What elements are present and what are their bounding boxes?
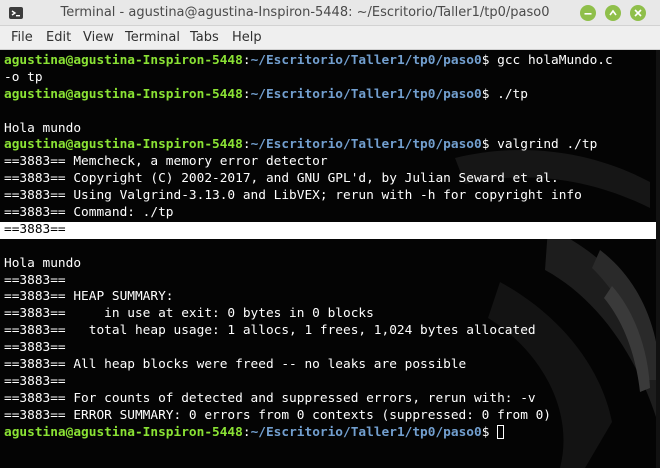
output-line: Hola mundo bbox=[4, 121, 658, 138]
prompt-path: ~/Escritorio/Taller1/tp0/paso0 bbox=[250, 53, 482, 68]
maximize-icon bbox=[609, 9, 617, 16]
menu-bar: File Edit View Terminal Tabs Help bbox=[0, 26, 660, 50]
output-line: ==3883== bbox=[4, 340, 658, 357]
output-line: ==3883== bbox=[4, 273, 658, 290]
output-line: ==3883== total heap usage: 1 allocs, 1 f… bbox=[4, 323, 658, 340]
output-line: ==3883== All heap blocks were freed -- n… bbox=[4, 357, 658, 374]
output-text: ==3883== bbox=[4, 221, 66, 237]
maximize-button[interactable] bbox=[605, 5, 621, 21]
output-text: ==3883== HEAP SUMMARY: bbox=[4, 289, 174, 305]
prompt-user: agustina@agustina-Inspiron-5448 bbox=[4, 86, 243, 102]
minimize-icon bbox=[584, 13, 592, 15]
output-line: ==3883== in use at exit: 0 bytes in 0 bl… bbox=[4, 306, 658, 323]
terminal-scrollbar[interactable] bbox=[656, 50, 660, 468]
prompt-separator: : bbox=[242, 137, 251, 153]
menu-terminal[interactable]: Terminal bbox=[123, 26, 182, 50]
prompt-sign: $ bbox=[481, 53, 498, 68]
output-text: -o tp bbox=[4, 69, 43, 85]
output-text: ==3883== All heap blocks were freed -- n… bbox=[4, 357, 467, 373]
terminal-app-icon bbox=[9, 7, 23, 19]
prompt-path: ~/Escritorio/Taller1/tp0/paso0 bbox=[250, 137, 482, 153]
prompt-sign: $ bbox=[481, 424, 498, 440]
output-line: ==3883== bbox=[4, 374, 658, 391]
title-bar[interactable]: Terminal - agustina@agustina-Inspiron-54… bbox=[0, 0, 660, 26]
prompt-separator: : bbox=[242, 86, 251, 102]
prompt-user: agustina@agustina-Inspiron-5448 bbox=[4, 137, 243, 153]
output-text: ==3883== Memcheck, a memory error detect… bbox=[4, 154, 328, 170]
close-button[interactable] bbox=[630, 5, 646, 21]
output-text: ==3883== bbox=[4, 373, 66, 389]
output-text: ==3883== Copyright (C) 2002-2017, and GN… bbox=[4, 171, 559, 187]
output-line: ==3883== For counts of detected and supp… bbox=[4, 391, 658, 408]
output-text: ==3883== total heap usage: 1 allocs, 1 f… bbox=[4, 323, 536, 339]
prompt-sign: $ bbox=[481, 86, 498, 102]
prompt-line: agustina@agustina-Inspiron-5448:~/Escrit… bbox=[4, 424, 658, 442]
close-icon bbox=[634, 9, 642, 17]
output-line: Hola mundo bbox=[4, 256, 658, 273]
output-text: ==3883== bbox=[4, 340, 66, 356]
minimize-button[interactable] bbox=[580, 5, 596, 21]
output-line: ==3883== Command: ./tp bbox=[4, 205, 658, 222]
menu-help[interactable]: Help bbox=[230, 26, 264, 50]
output-text: ==3883== Using Valgrind-3.13.0 and LibVE… bbox=[4, 188, 582, 204]
terminal-output[interactable]: agustina@agustina-Inspiron-5448:~/Escrit… bbox=[0, 50, 660, 468]
command-text: ./tp bbox=[497, 86, 528, 102]
window-title: Terminal - agustina@agustina-Inspiron-54… bbox=[60, 5, 550, 20]
command-text: gcc holaMundo.c bbox=[497, 53, 613, 68]
terminal-lines: agustina@agustina-Inspiron-5448:~/Escrit… bbox=[0, 53, 658, 442]
output-text: ==3883== bbox=[4, 272, 66, 288]
prompt-separator: : bbox=[242, 424, 251, 440]
output-text: ==3883== For counts of detected and supp… bbox=[4, 390, 536, 406]
menu-edit[interactable]: Edit bbox=[44, 26, 73, 50]
prompt-sign: $ bbox=[481, 137, 498, 153]
output-line: -o tp bbox=[4, 70, 658, 87]
prompt-path: ~/Escritorio/Taller1/tp0/paso0 bbox=[250, 86, 482, 102]
output-line: ==3883== ERROR SUMMARY: 0 errors from 0 … bbox=[4, 408, 658, 425]
output-line: ==3883== Using Valgrind-3.13.0 and LibVE… bbox=[4, 188, 658, 205]
menu-view[interactable]: View bbox=[81, 26, 116, 50]
prompt-user: agustina@agustina-Inspiron-5448 bbox=[4, 424, 243, 440]
prompt-line: agustina@agustina-Inspiron-5448:~/Escrit… bbox=[4, 87, 658, 104]
text-cursor bbox=[497, 424, 505, 439]
output-line: ==3883== Memcheck, a memory error detect… bbox=[4, 154, 658, 171]
output-text: ==3883== ERROR SUMMARY: 0 errors from 0 … bbox=[4, 407, 552, 423]
output-line: ==3883== Copyright (C) 2002-2017, and GN… bbox=[4, 171, 658, 188]
menu-tabs[interactable]: Tabs bbox=[188, 26, 221, 50]
output-text: ==3883== in use at exit: 0 bytes in 0 bl… bbox=[4, 306, 374, 322]
output-text: Hola mundo bbox=[4, 255, 82, 271]
output-text: Hola mundo bbox=[4, 120, 82, 136]
terminal-window: Terminal - agustina@agustina-Inspiron-54… bbox=[0, 0, 660, 468]
output-line: ==3883== HEAP SUMMARY: bbox=[4, 289, 658, 306]
menu-file[interactable]: File bbox=[9, 26, 35, 50]
prompt-path: ~/Escritorio/Taller1/tp0/paso0 bbox=[250, 424, 482, 440]
prompt-separator: : bbox=[242, 53, 251, 68]
output-text: ==3883== Command: ./tp bbox=[4, 205, 174, 221]
highlighted-line: ==3883== bbox=[0, 221, 658, 239]
prompt-line: agustina@agustina-Inspiron-5448:~/Escrit… bbox=[4, 53, 658, 70]
command-text: valgrind ./tp bbox=[497, 137, 598, 153]
prompt-user: agustina@agustina-Inspiron-5448 bbox=[4, 53, 243, 68]
prompt-line: agustina@agustina-Inspiron-5448:~/Escrit… bbox=[4, 137, 658, 154]
